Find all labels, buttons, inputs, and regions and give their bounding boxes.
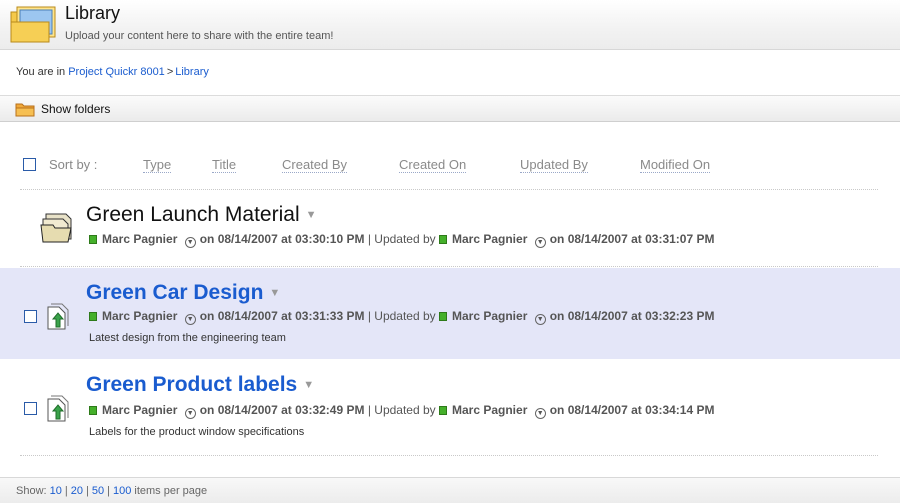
- page-size-20-link[interactable]: 20: [71, 485, 83, 497]
- sort-updated-by-link[interactable]: Updated By: [520, 157, 588, 173]
- breadcrumb-project-link[interactable]: Project Quickr 8001: [68, 66, 165, 78]
- list-item-document: Green Car Design ▼ Marc Pagnier ▼ on 08/14…: [0, 268, 900, 359]
- document-upload-icon[interactable]: [45, 395, 69, 423]
- page-size-suffix: items per page: [134, 485, 208, 497]
- page-size-100-link[interactable]: 100: [113, 485, 131, 497]
- item-title[interactable]: Green Product labels: [86, 373, 297, 396]
- item-title-link[interactable]: Green Product labels ▼: [86, 373, 314, 397]
- sort-label: Sort by :: [49, 157, 98, 172]
- document-upload-icon[interactable]: [45, 303, 69, 331]
- breadcrumb-prefix: You are in: [16, 66, 66, 78]
- online-status-icon: [439, 235, 447, 244]
- item-description: Labels for the product window specificat…: [89, 426, 305, 438]
- chevron-down-icon[interactable]: ▼: [269, 287, 280, 299]
- updated-on: on 08/14/2007 at 03:34:14 PM: [549, 403, 715, 417]
- item-description: Latest design from the engineering team: [89, 332, 286, 344]
- sort-type-link[interactable]: Type: [143, 157, 172, 173]
- created-on: on 08/14/2007 at 03:32:49 PM: [199, 403, 365, 417]
- online-status-icon: [89, 235, 97, 244]
- select-all-checkbox[interactable]: [23, 158, 36, 171]
- sort-bar: Sort by : Type Title Created By Created …: [0, 150, 900, 190]
- person-menu-icon[interactable]: ▼: [534, 237, 546, 248]
- created-by[interactable]: Marc Pagnier: [102, 232, 177, 246]
- item-checkbox[interactable]: [24, 402, 37, 415]
- online-status-icon: [439, 312, 447, 321]
- page-size-50-link[interactable]: 50: [92, 485, 104, 497]
- person-menu-icon[interactable]: ▼: [534, 408, 546, 419]
- person-menu-icon[interactable]: ▼: [534, 314, 546, 325]
- updated-label: | Updated by: [367, 403, 436, 417]
- folder-stack-icon[interactable]: [40, 210, 76, 244]
- divider: [20, 189, 878, 190]
- divider: [20, 455, 878, 456]
- updated-by[interactable]: Marc Pagnier: [452, 309, 527, 323]
- created-on: on 08/14/2007 at 03:30:10 PM: [199, 232, 365, 246]
- created-by[interactable]: Marc Pagnier: [102, 309, 177, 323]
- updated-by[interactable]: Marc Pagnier: [452, 403, 527, 417]
- updated-on: on 08/14/2007 at 03:31:07 PM: [549, 232, 715, 246]
- online-status-icon: [439, 406, 447, 415]
- sort-created-by-link[interactable]: Created By: [282, 157, 348, 173]
- divider: [20, 266, 878, 267]
- breadcrumb: You are in Project Quickr 8001 > Library: [16, 66, 209, 78]
- breadcrumb-library-link[interactable]: Library: [175, 66, 209, 78]
- list-item-document: Green Product labels ▼ Marc Pagnier ▼ on 0…: [0, 362, 900, 452]
- updated-label: | Updated by: [367, 232, 436, 246]
- created-by[interactable]: Marc Pagnier: [102, 403, 177, 417]
- online-status-icon: [89, 312, 97, 321]
- item-title-link[interactable]: Green Car Design ▼: [86, 281, 280, 305]
- chevron-down-icon[interactable]: ▼: [306, 209, 317, 221]
- item-meta: Marc Pagnier ▼ on 08/14/2007 at 03:30:10 …: [89, 231, 714, 248]
- folder-icon[interactable]: [15, 101, 35, 117]
- library-header: Library Upload your content here to shar…: [0, 0, 900, 50]
- item-title-link[interactable]: Green Launch Material ▼: [86, 203, 317, 227]
- person-menu-icon[interactable]: ▼: [184, 408, 196, 419]
- library-folder-icon: [10, 6, 56, 43]
- list-item-folder: Green Launch Material ▼ Marc Pagnier ▼ on …: [0, 200, 900, 262]
- page-subtitle: Upload your content here to share with t…: [65, 30, 334, 42]
- show-folders-button[interactable]: Show folders: [41, 102, 110, 116]
- chevron-down-icon[interactable]: ▼: [303, 379, 314, 391]
- created-on: on 08/14/2007 at 03:31:33 PM: [199, 309, 365, 323]
- page-size-10-link[interactable]: 10: [50, 485, 62, 497]
- pipe-separator: |: [86, 485, 89, 497]
- updated-label: | Updated by: [367, 309, 436, 323]
- sort-title-link[interactable]: Title: [212, 157, 237, 173]
- updated-by[interactable]: Marc Pagnier: [452, 232, 527, 246]
- updated-on: on 08/14/2007 at 03:32:23 PM: [549, 309, 715, 323]
- item-checkbox[interactable]: [24, 310, 37, 323]
- online-status-icon: [89, 406, 97, 415]
- breadcrumb-separator: >: [166, 66, 174, 78]
- sort-created-on-link[interactable]: Created On: [399, 157, 467, 173]
- item-meta: Marc Pagnier ▼ on 08/14/2007 at 03:31:33 …: [89, 308, 714, 325]
- show-folders-bar: Show folders: [0, 95, 900, 122]
- pipe-separator: |: [107, 485, 110, 497]
- item-meta: Marc Pagnier ▼ on 08/14/2007 at 03:32:49 …: [89, 402, 714, 419]
- page-size-selector: Show: 10 | 20 | 50 | 100 items per page: [16, 485, 207, 497]
- item-title[interactable]: Green Launch Material: [86, 203, 300, 226]
- page-size-prefix: Show:: [16, 485, 47, 497]
- person-menu-icon[interactable]: ▼: [184, 314, 196, 325]
- sort-modified-on-link[interactable]: Modified On: [640, 157, 711, 173]
- pagination-footer: Show: 10 | 20 | 50 | 100 items per page: [0, 477, 900, 503]
- pipe-separator: |: [64, 485, 68, 497]
- item-title[interactable]: Green Car Design: [86, 281, 263, 304]
- page-title: Library: [65, 3, 121, 23]
- person-menu-icon[interactable]: ▼: [184, 237, 196, 248]
